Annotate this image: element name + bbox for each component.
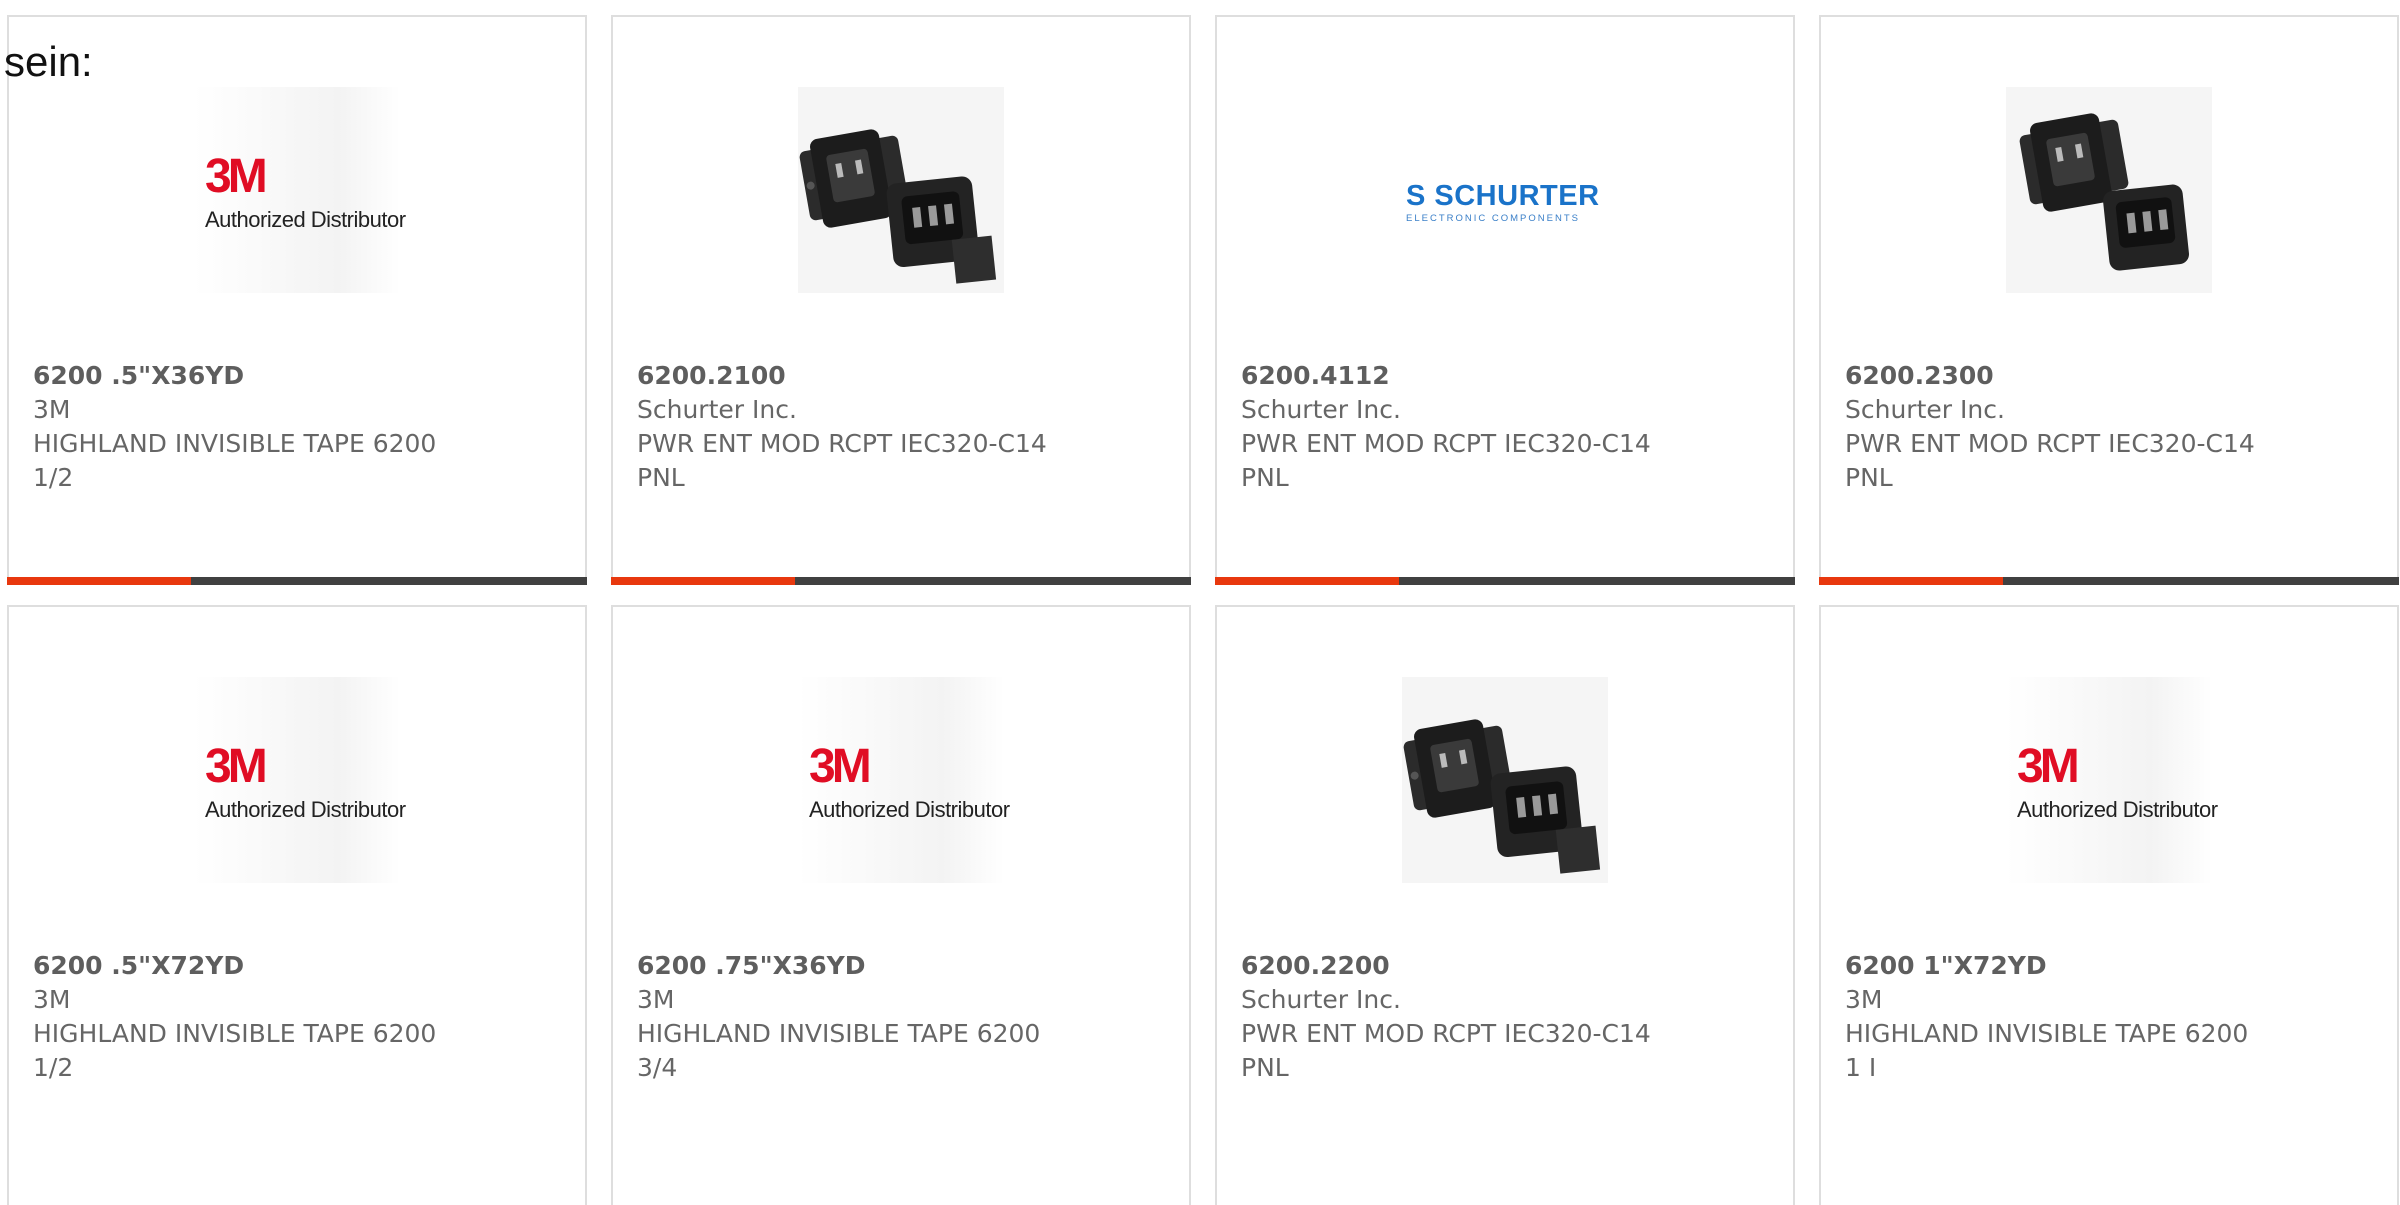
- intro-text: sein:: [4, 38, 93, 85]
- 3m-authorized-distributor-logo: 3M Authorized Distributor: [194, 677, 406, 883]
- description-line-1: HIGHLAND INVISIBLE TAPE 6200: [637, 1019, 1041, 1048]
- description-line-2: 1 I: [1845, 1053, 1877, 1082]
- schurter-logo: S SCHURTER ELECTRONIC COMPONENTS: [1402, 87, 1608, 293]
- card-accent-segment: [611, 577, 795, 585]
- description-line-2: 1/2: [33, 463, 74, 492]
- product-info: 6200.2100 Schurter Inc. PWR ENT MOD RCPT…: [637, 359, 1047, 495]
- description-line-1: HIGHLAND INVISIBLE TAPE 6200: [1845, 1019, 2249, 1048]
- description-line-2: PNL: [637, 463, 685, 492]
- product-info: 6200.2300 Schurter Inc. PWR ENT MOD RCPT…: [1845, 359, 2255, 495]
- card-accent-segment: [1215, 577, 1399, 585]
- part-number[interactable]: 6200 .5"X72YD: [33, 949, 436, 983]
- part-number[interactable]: 6200 .5"X36YD: [33, 359, 436, 393]
- schurter-logo-text: S SCHURTER: [1406, 180, 1600, 212]
- card-accent-segment: [7, 577, 191, 585]
- description-line-1: PWR ENT MOD RCPT IEC320-C14: [1241, 429, 1651, 458]
- card-accent-segment: [1819, 577, 2003, 585]
- 3m-logo-subtitle: Authorized Distributor: [809, 797, 1010, 822]
- manufacturer: Schurter Inc.: [1845, 395, 2005, 424]
- 3m-authorized-distributor-logo: 3M Authorized Distributor: [194, 87, 406, 293]
- 3m-logo-subtitle: Authorized Distributor: [205, 207, 406, 232]
- power-entry-module-photo: [2006, 87, 2212, 293]
- product-card[interactable]: 3M Authorized Distributor 6200 .5"X72YD …: [7, 605, 587, 1205]
- product-card[interactable]: 3M Authorized Distributor 6200 .5"X36YD …: [7, 15, 587, 585]
- product-card[interactable]: S SCHURTER ELECTRONIC COMPONENTS 6200.41…: [1215, 15, 1795, 585]
- 3m-logo-subtitle: Authorized Distributor: [2017, 797, 2218, 822]
- card-accent-bar: [1215, 577, 1795, 585]
- description-line-2: PNL: [1241, 463, 1289, 492]
- product-card[interactable]: 6200.2100 Schurter Inc. PWR ENT MOD RCPT…: [611, 15, 1191, 585]
- part-number[interactable]: 6200.2200: [1241, 949, 1651, 983]
- manufacturer: 3M: [637, 985, 675, 1014]
- description-line-1: PWR ENT MOD RCPT IEC320-C14: [637, 429, 1047, 458]
- part-number[interactable]: 6200.2100: [637, 359, 1047, 393]
- product-info: 6200.4112 Schurter Inc. PWR ENT MOD RCPT…: [1241, 359, 1651, 495]
- card-accent-bar: [7, 577, 587, 585]
- description-line-2: PNL: [1845, 463, 1893, 492]
- 3m-authorized-distributor-logo: 3M Authorized Distributor: [2006, 677, 2218, 883]
- 3m-logo-text: 3M: [205, 740, 268, 793]
- part-number[interactable]: 6200 1"X72YD: [1845, 949, 2248, 983]
- description-line-1: HIGHLAND INVISIBLE TAPE 6200: [33, 1019, 437, 1048]
- product-info: 6200 .75"X36YD 3M HIGHLAND INVISIBLE TAP…: [637, 949, 1040, 1085]
- product-card[interactable]: 6200.2200 Schurter Inc. PWR ENT MOD RCPT…: [1215, 605, 1795, 1205]
- 3m-logo-text: 3M: [809, 740, 872, 793]
- 3m-logo-text: 3M: [2017, 740, 2080, 793]
- description-line-1: PWR ENT MOD RCPT IEC320-C14: [1241, 1019, 1651, 1048]
- card-accent-bar: [611, 577, 1191, 585]
- manufacturer: 3M: [33, 395, 71, 424]
- power-entry-module-photo: [1402, 677, 1608, 883]
- product-info: 6200 .5"X36YD 3M HIGHLAND INVISIBLE TAPE…: [33, 359, 436, 495]
- 3m-logo-subtitle: Authorized Distributor: [205, 797, 406, 822]
- manufacturer: Schurter Inc.: [1241, 985, 1401, 1014]
- product-card[interactable]: 6200.2300 Schurter Inc. PWR ENT MOD RCPT…: [1819, 15, 2399, 585]
- description-line-1: PWR ENT MOD RCPT IEC320-C14: [1845, 429, 2255, 458]
- part-number[interactable]: 6200.4112: [1241, 359, 1651, 393]
- manufacturer: 3M: [33, 985, 71, 1014]
- product-info: 6200 .5"X72YD 3M HIGHLAND INVISIBLE TAPE…: [33, 949, 436, 1085]
- description-line-1: HIGHLAND INVISIBLE TAPE 6200: [33, 429, 437, 458]
- power-entry-module-photo: [798, 87, 1004, 293]
- 3m-authorized-distributor-logo: 3M Authorized Distributor: [798, 677, 1010, 883]
- manufacturer: 3M: [1845, 985, 1883, 1014]
- manufacturer: Schurter Inc.: [637, 395, 797, 424]
- description-line-2: 1/2: [33, 1053, 74, 1082]
- product-card[interactable]: 3M Authorized Distributor 6200 .75"X36YD…: [611, 605, 1191, 1205]
- part-number[interactable]: 6200.2300: [1845, 359, 2255, 393]
- part-number[interactable]: 6200 .75"X36YD: [637, 949, 1040, 983]
- product-card[interactable]: 3M Authorized Distributor 6200 1"X72YD 3…: [1819, 605, 2399, 1205]
- card-accent-bar: [1819, 577, 2399, 585]
- 3m-logo-text: 3M: [205, 150, 268, 203]
- description-line-2: 3/4: [637, 1053, 678, 1082]
- schurter-logo-subtitle: ELECTRONIC COMPONENTS: [1406, 213, 1580, 224]
- description-line-2: PNL: [1241, 1053, 1289, 1082]
- manufacturer: Schurter Inc.: [1241, 395, 1401, 424]
- product-info: 6200 1"X72YD 3M HIGHLAND INVISIBLE TAPE …: [1845, 949, 2248, 1085]
- product-info: 6200.2200 Schurter Inc. PWR ENT MOD RCPT…: [1241, 949, 1651, 1085]
